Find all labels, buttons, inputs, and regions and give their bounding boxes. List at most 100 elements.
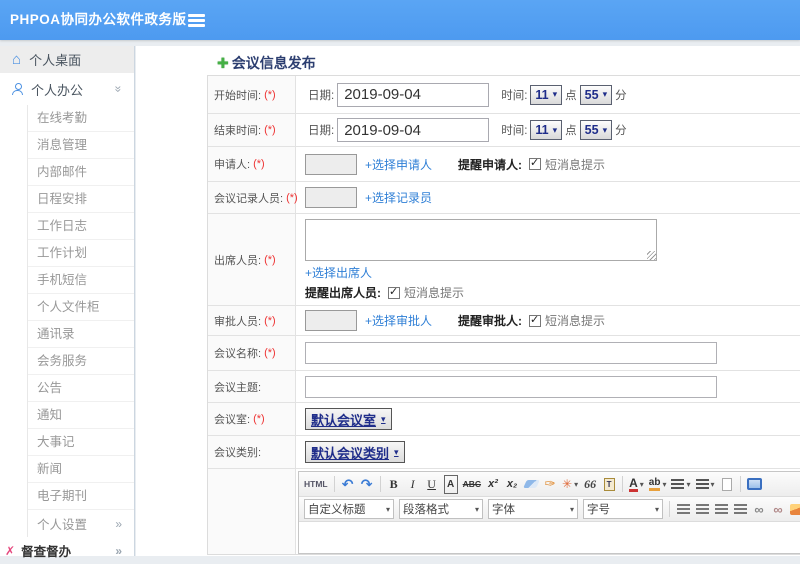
required-mark: (*) xyxy=(253,158,265,170)
sidebar-item-settings[interactable]: 个人设置 » xyxy=(28,510,134,537)
attendees-textarea[interactable] xyxy=(305,219,657,261)
sidebar-item-meeting-service[interactable]: 会务服务 xyxy=(28,348,134,375)
sidebar-item-news[interactable]: 新闻 xyxy=(28,456,134,483)
sidebar-item-supervision[interactable]: ✗ 督查督办 » xyxy=(0,537,134,564)
new-page-icon[interactable] xyxy=(720,475,734,494)
meeting-room-select[interactable]: 默认会议室 xyxy=(305,408,392,430)
font-color-button[interactable]: A xyxy=(629,475,644,494)
chevron-right-icon: » xyxy=(115,543,122,558)
align-center-icon[interactable] xyxy=(695,500,709,519)
start-minute-select[interactable]: 55 xyxy=(579,84,613,105)
hour-unit: 点 xyxy=(565,125,577,137)
blockquote-button[interactable]: 66 xyxy=(583,475,597,494)
italic-button[interactable]: I xyxy=(406,475,420,494)
superscript-button[interactable]: x² xyxy=(486,475,500,494)
undo-icon[interactable]: ↶ xyxy=(341,475,355,494)
sidebar-item-announcement[interactable]: 公告 xyxy=(28,375,134,402)
sidebar-item-contacts[interactable]: 通讯录 xyxy=(28,321,134,348)
applicant-sms-checkbox[interactable] xyxy=(529,156,542,170)
insert-image-icon[interactable] xyxy=(790,500,800,519)
format-painter-icon[interactable]: ✳ xyxy=(562,475,578,494)
meeting-subject-input[interactable] xyxy=(305,375,717,398)
unlink-icon[interactable]: ∞ xyxy=(771,500,785,519)
meeting-category-label: 会议类别: xyxy=(214,447,262,459)
row-meeting-room: 会议室: (*) 默认会议室 xyxy=(208,403,800,436)
sidebar-item-label: 督查督办 xyxy=(21,545,72,559)
approver-label: 审批人员: xyxy=(214,315,262,328)
font-size-select[interactable]: 字号 xyxy=(583,499,663,519)
sidebar-item-file-cabinet[interactable]: 个人文件柜 xyxy=(28,294,134,321)
sidebar-item-work-plan[interactable]: 工作计划 xyxy=(28,240,134,267)
font-style-button[interactable]: A xyxy=(443,474,458,494)
sidebar: ⌂ 个人桌面 个人办公 » 在线考勤 消息管理 内部邮件 日程安排 工作日志 工… xyxy=(0,46,135,559)
home-icon: ⌂ xyxy=(12,51,22,68)
end-hour-select[interactable]: 11 xyxy=(530,120,563,140)
menu-toggle-icon[interactable] xyxy=(188,14,205,29)
minute-unit: 分 xyxy=(615,125,627,137)
strikethrough-button[interactable]: ABC xyxy=(463,475,481,494)
paste-icon[interactable]: T xyxy=(602,475,616,494)
row-approver: 审批人员: (*) +选择审批人 提醒审批人: 短消息提示 xyxy=(208,306,800,336)
applicant-input[interactable] xyxy=(305,153,357,175)
select-approver-link[interactable]: +选择审批人 xyxy=(365,312,432,329)
font-family-select[interactable]: 字体 xyxy=(488,499,578,519)
sidebar-item-schedule[interactable]: 日程安排 xyxy=(28,186,134,213)
sidebar-item-desktop[interactable]: ⌂ 个人桌面 xyxy=(0,46,134,73)
approver-sms-checkbox[interactable] xyxy=(529,313,542,327)
align-right-icon[interactable] xyxy=(714,500,728,519)
row-meeting-category: 会议类别: 默认会议类别 xyxy=(208,436,800,469)
underline-button[interactable]: U xyxy=(425,475,439,494)
approver-input[interactable] xyxy=(305,310,357,331)
subscript-button[interactable]: x₂ xyxy=(505,475,519,494)
person-icon xyxy=(12,83,23,95)
editor-content-area[interactable] xyxy=(299,522,800,548)
justify-icon[interactable] xyxy=(733,500,747,519)
sidebar-item-messages[interactable]: 消息管理 xyxy=(28,132,134,159)
select-attendees-link[interactable]: +选择出席人 xyxy=(305,266,372,280)
source-code-button[interactable]: HTML xyxy=(304,475,328,494)
attendees-sms-checkbox[interactable] xyxy=(388,285,400,299)
remind-applicant-label: 提醒申请人: xyxy=(458,157,523,172)
redo-icon[interactable]: ↷ xyxy=(360,475,374,494)
bold-button[interactable]: B xyxy=(387,475,401,494)
end-minute-select[interactable]: 55 xyxy=(579,120,613,140)
row-attendees: 出席人员: (*) +选择出席人 提醒出席人员: 短消息提示 xyxy=(208,214,800,306)
sidebar-item-e-journal[interactable]: 电子期刊 xyxy=(28,483,134,510)
editor-toolbar-row1: HTML ↶ ↷ B I U A ABC x² x₂ ✑ ✳ ▾ 66 T A … xyxy=(299,472,800,497)
row-meeting-name: 会议名称: (*) xyxy=(208,336,800,371)
highlight-color-button[interactable]: ab xyxy=(648,475,667,494)
recorder-input[interactable] xyxy=(305,187,357,208)
meeting-category-select[interactable]: 默认会议类别 xyxy=(305,441,405,463)
time-label: 时间: xyxy=(501,125,528,137)
sms-hint-label: 短消息提示 xyxy=(545,157,606,172)
select-recorder-link[interactable]: +选择记录员 xyxy=(365,189,432,206)
start-hour-select[interactable]: 11 xyxy=(530,84,563,105)
rich-text-editor: HTML ↶ ↷ B I U A ABC x² x₂ ✑ ✳ ▾ 66 T A … xyxy=(298,471,800,554)
end-date-input[interactable] xyxy=(337,118,490,142)
fullscreen-icon[interactable] xyxy=(746,475,762,494)
ordered-list-icon[interactable] xyxy=(671,475,690,494)
recorder-label: 会议记录人员: xyxy=(214,192,284,205)
row-recorder: 会议记录人员: (*) +选择记录员 xyxy=(208,182,800,214)
sidebar-item-notice[interactable]: 通知 xyxy=(28,402,134,429)
start-date-input[interactable] xyxy=(337,82,490,107)
meeting-name-input[interactable] xyxy=(305,342,717,364)
unordered-list-icon[interactable] xyxy=(695,475,715,494)
select-applicant-link[interactable]: +选择申请人 xyxy=(365,156,432,173)
sidebar-item-office[interactable]: 个人办公 » xyxy=(0,73,134,105)
sidebar-item-label: 个人设置 xyxy=(37,518,88,532)
align-left-icon[interactable] xyxy=(676,500,690,519)
sidebar-item-events[interactable]: 大事记 xyxy=(28,429,134,456)
sidebar-item-attendance[interactable]: 在线考勤 xyxy=(28,105,134,132)
paragraph-format-select[interactable]: 段落格式 xyxy=(399,499,483,519)
eraser-icon[interactable] xyxy=(522,475,540,494)
sidebar-item-work-log[interactable]: 工作日志 xyxy=(28,213,134,240)
heading-select[interactable]: 自定义标题 xyxy=(304,499,394,519)
link-icon[interactable]: ∞ xyxy=(752,500,766,519)
sidebar-item-sms[interactable]: 手机短信 xyxy=(28,267,134,294)
add-plus-icon: ✚ xyxy=(217,55,229,71)
resize-grip[interactable] xyxy=(647,251,656,260)
required-mark: (*) xyxy=(264,88,276,101)
clean-format-icon[interactable]: ✑ xyxy=(543,475,557,494)
sidebar-item-internal-mail[interactable]: 内部邮件 xyxy=(28,159,134,186)
